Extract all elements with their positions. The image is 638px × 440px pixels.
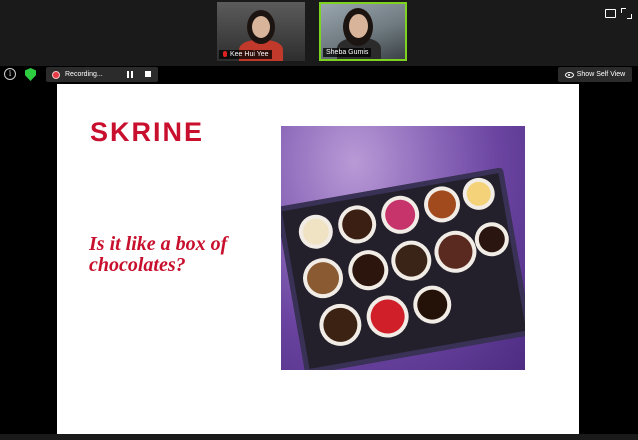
show-self-view-button[interactable]: Show Self View (558, 67, 632, 82)
chocolate-piece (304, 259, 342, 297)
info-icon[interactable]: i (4, 68, 16, 80)
participant-video-kee-hui-yee[interactable]: Kee Hui Yee (217, 2, 305, 61)
chocolate-piece (382, 197, 418, 233)
pause-recording-icon[interactable] (127, 71, 134, 78)
layout-icon[interactable] (605, 9, 616, 18)
participant-face (349, 14, 368, 38)
chocolate-piece (464, 179, 493, 208)
eye-icon (564, 71, 574, 78)
chocolate-piece (435, 232, 476, 272)
shared-slide: SKRINE Is it like a box of chocolates? (57, 84, 579, 434)
stop-recording-icon[interactable] (145, 71, 151, 77)
fullscreen-icon[interactable] (621, 8, 632, 19)
slide-question: Is it like a box of chocolates? (89, 233, 228, 276)
chocolate-box (281, 167, 525, 370)
chocolate-box-photo (281, 126, 525, 370)
meeting-status-bar: i Recording... Show Self View (0, 66, 638, 84)
participant-name-tag: Sheba Gumis (323, 48, 372, 57)
recording-label: Recording... (65, 71, 103, 78)
participant-name: Sheba Gumis (326, 49, 369, 56)
chocolate-piece (392, 242, 430, 280)
recording-indicator: Recording... (46, 67, 158, 82)
chocolate-piece (367, 296, 408, 337)
chocolate-piece (339, 207, 375, 242)
participant-name: Kee Hui Yee (230, 51, 269, 58)
participant-video-sheba-gumis[interactable]: Sheba Gumis (319, 2, 407, 61)
meeting-toolbar (0, 434, 638, 440)
chocolate-piece (425, 188, 459, 221)
chocolate-piece (476, 224, 507, 255)
chocolate-piece (349, 251, 387, 289)
chocolate-piece (300, 216, 331, 247)
chocolate-piece (414, 287, 450, 322)
security-shield-icon[interactable] (25, 68, 36, 81)
participant-strip: Kee Hui Yee Sheba Gumis (0, 0, 638, 66)
participant-name-tag: Kee Hui Yee (219, 50, 272, 59)
participant-face (252, 16, 270, 38)
show-self-view-label: Show Self View (576, 71, 626, 78)
chocolate-piece (320, 305, 361, 345)
mic-muted-icon (222, 51, 228, 58)
recording-dot-icon (52, 70, 60, 79)
slide-brand-logo: SKRINE (90, 117, 205, 147)
